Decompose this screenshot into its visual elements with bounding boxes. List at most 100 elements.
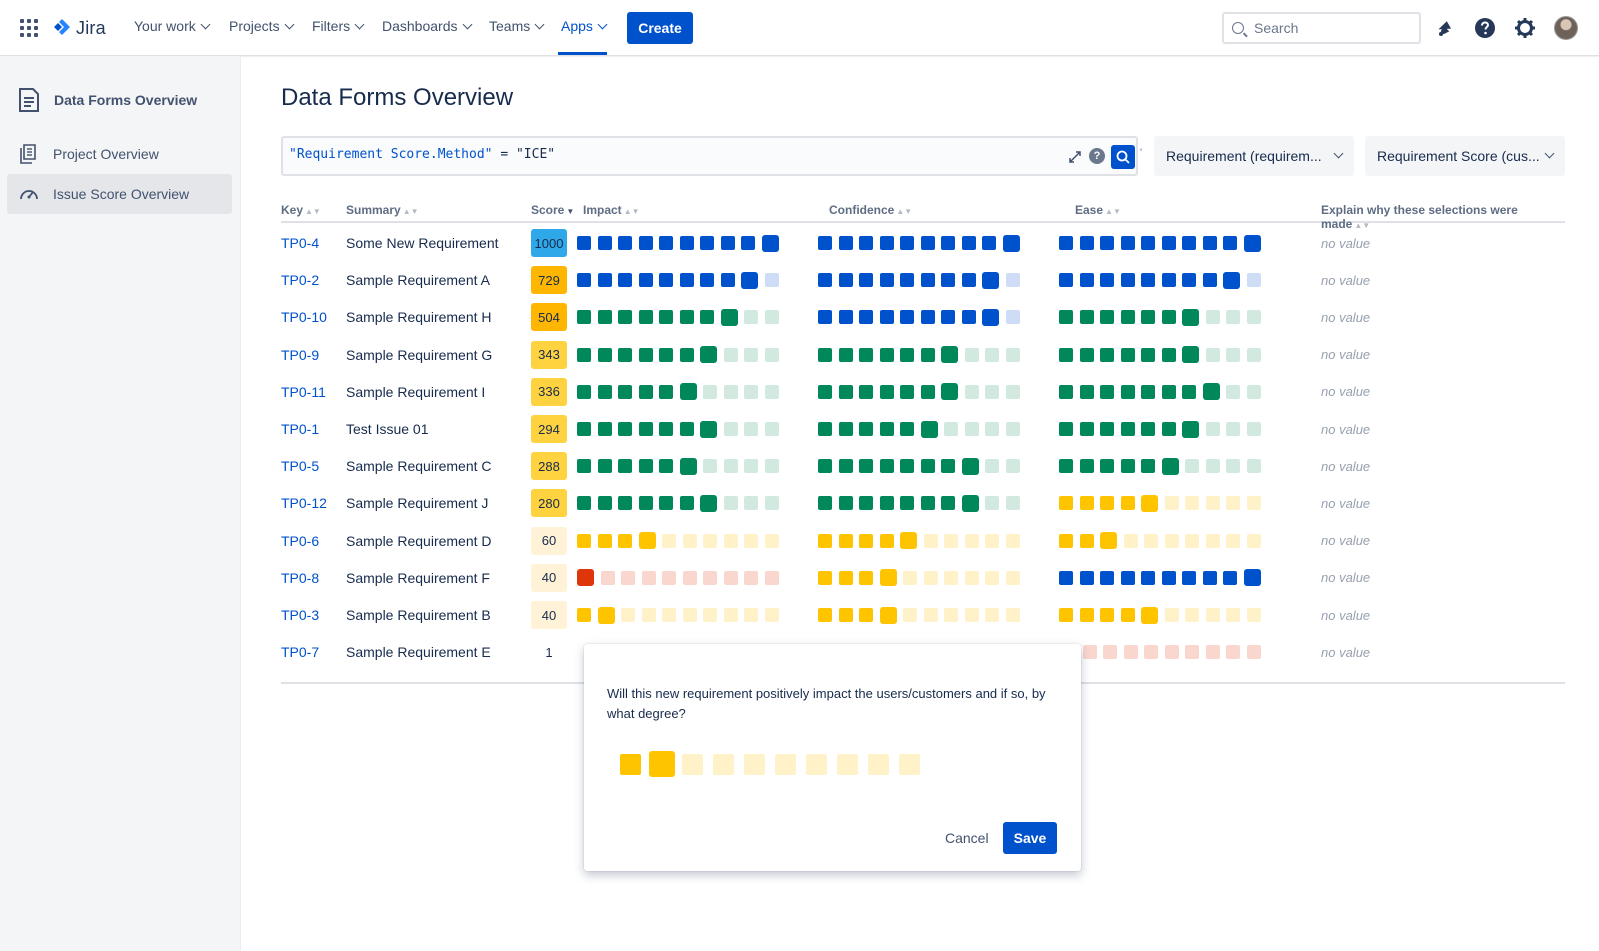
notification-button[interactable] — [1433, 16, 1457, 40]
rating-square[interactable] — [1120, 496, 1135, 511]
rating-square[interactable] — [1120, 570, 1135, 585]
rating-square[interactable] — [700, 494, 717, 512]
rating-square[interactable] — [859, 347, 873, 362]
jira-logo[interactable]: Jira — [52, 16, 106, 40]
rating-square[interactable] — [920, 236, 935, 250]
rating-square[interactable] — [597, 310, 612, 325]
rating-square[interactable] — [723, 459, 738, 474]
rating-square[interactable] — [1246, 459, 1261, 474]
issue-key-link[interactable]: TP0-12 — [281, 484, 327, 522]
rating-square[interactable] — [577, 608, 591, 622]
rating-square[interactable] — [700, 273, 714, 288]
rating-square[interactable] — [838, 422, 853, 436]
issue-key-link[interactable]: TP0-10 — [281, 298, 327, 336]
rating-square[interactable] — [744, 310, 758, 325]
rating-square[interactable] — [879, 422, 894, 436]
rating-square[interactable] — [879, 236, 894, 250]
rating-square[interactable] — [1182, 384, 1196, 399]
issue-key-link[interactable]: TP0-9 — [281, 336, 319, 374]
rating-square[interactable] — [764, 570, 779, 585]
rating-square[interactable] — [1226, 422, 1240, 436]
rating-square[interactable] — [900, 422, 914, 436]
rating-square[interactable] — [659, 422, 673, 436]
rating-square[interactable] — [700, 420, 717, 438]
rating-square[interactable] — [900, 384, 914, 399]
rating-square[interactable] — [900, 273, 914, 288]
rating-square[interactable] — [1205, 608, 1220, 622]
rating-square[interactable] — [1059, 570, 1073, 585]
rating-square[interactable] — [1161, 384, 1176, 399]
explain-value[interactable]: no value — [1321, 410, 1370, 448]
rating-square[interactable] — [682, 533, 697, 548]
rating-square[interactable] — [638, 347, 653, 362]
rating-square[interactable] — [1141, 347, 1155, 362]
rating-square[interactable] — [764, 310, 779, 325]
rating-square[interactable] — [900, 496, 914, 511]
rating-square[interactable] — [859, 608, 873, 622]
rating-square[interactable] — [723, 608, 738, 622]
confidence-rating[interactable] — [818, 447, 1026, 485]
rating-square[interactable] — [621, 608, 635, 622]
rating-square[interactable] — [941, 459, 955, 474]
rating-square[interactable] — [577, 273, 591, 288]
rating-square[interactable] — [1205, 459, 1220, 474]
ease-rating[interactable] — [1059, 224, 1267, 262]
impact-rating[interactable] — [577, 559, 785, 597]
rating-square[interactable] — [703, 459, 717, 474]
rating-square[interactable] — [1141, 422, 1155, 436]
rating-square[interactable] — [618, 459, 632, 474]
rating-square[interactable] — [679, 383, 697, 401]
rating-square[interactable] — [597, 606, 615, 624]
rating-square[interactable] — [1005, 459, 1020, 474]
rating-square[interactable] — [703, 570, 717, 585]
rating-square[interactable] — [985, 459, 999, 474]
rating-square[interactable] — [920, 384, 935, 399]
rating-square[interactable] — [679, 496, 694, 511]
rating-square[interactable] — [662, 608, 676, 622]
rating-square[interactable] — [838, 496, 853, 511]
rating-square[interactable] — [1100, 236, 1114, 250]
rating-square[interactable] — [597, 384, 612, 399]
rating-square[interactable] — [744, 422, 758, 436]
popup-rating-square[interactable] — [682, 753, 703, 775]
settings-button[interactable] — [1513, 16, 1537, 40]
rating-square[interactable] — [1202, 570, 1217, 585]
rating-square[interactable] — [600, 570, 615, 585]
rating-square[interactable] — [744, 533, 758, 548]
rating-square[interactable] — [920, 347, 935, 362]
rating-square[interactable] — [618, 347, 632, 362]
rating-square[interactable] — [700, 236, 714, 250]
rating-square[interactable] — [879, 347, 894, 362]
rating-square[interactable] — [985, 608, 999, 622]
rating-square[interactable] — [597, 459, 612, 474]
ease-rating[interactable] — [1059, 410, 1267, 448]
rating-square[interactable] — [1161, 273, 1176, 288]
rating-square[interactable] — [818, 496, 832, 511]
rating-square[interactable] — [1144, 533, 1158, 548]
rating-square[interactable] — [1059, 384, 1073, 399]
nav-your-work[interactable]: Your work — [134, 18, 211, 34]
rating-square[interactable] — [1079, 422, 1094, 436]
rating-square[interactable] — [941, 273, 955, 288]
rating-square[interactable] — [700, 346, 717, 364]
confidence-rating[interactable] — [818, 410, 1026, 448]
rating-square[interactable] — [1059, 347, 1073, 362]
popup-rating-square[interactable] — [899, 753, 920, 775]
search-box[interactable] — [1222, 12, 1421, 44]
rating-square[interactable] — [964, 422, 979, 436]
rating-square[interactable] — [944, 570, 958, 585]
rating-square[interactable] — [1123, 645, 1138, 660]
rating-square[interactable] — [838, 273, 853, 288]
rating-square[interactable] — [1059, 608, 1073, 622]
nav-projects[interactable]: Projects — [229, 18, 295, 34]
rating-square[interactable] — [818, 570, 832, 585]
ease-rating[interactable] — [1059, 447, 1267, 485]
column-header-score[interactable]: Score ▼ — [531, 203, 574, 217]
rating-square[interactable] — [961, 494, 979, 512]
rating-square[interactable] — [577, 459, 591, 474]
impact-rating[interactable] — [577, 596, 785, 634]
rating-square[interactable] — [941, 383, 958, 401]
sidebar-item-project-overview[interactable]: Project Overview — [7, 134, 232, 174]
confidence-rating[interactable] — [818, 224, 1026, 262]
rating-square[interactable] — [1002, 234, 1020, 252]
